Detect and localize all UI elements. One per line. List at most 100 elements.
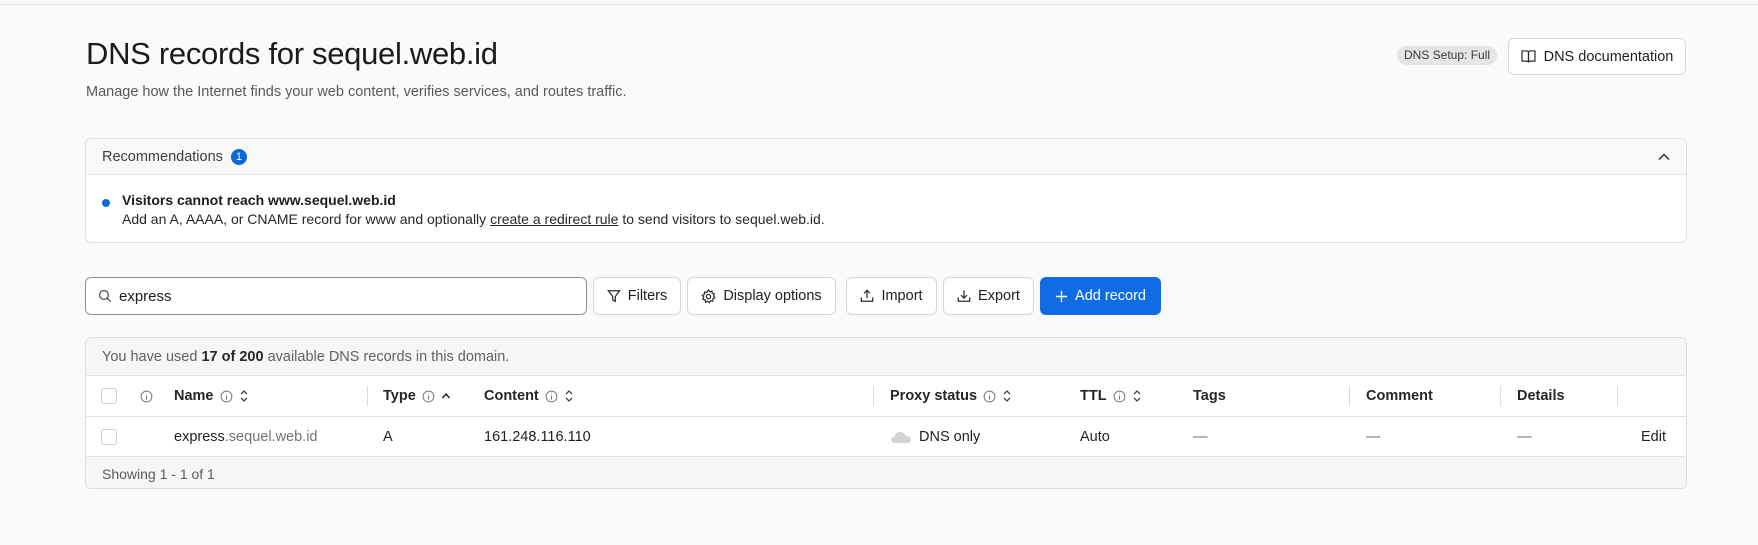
table-header: Name Type Content Proxy status TTL Tags … [86,376,1686,417]
recommendation-title: Visitors cannot reach www.sequel.web.id [122,192,396,208]
column-header-type[interactable]: Type [383,376,451,416]
create-redirect-rule-link[interactable]: create a redirect rule [490,211,618,227]
column-divider[interactable] [1349,386,1350,406]
cloud-icon [891,431,911,443]
record-tags: — [1193,417,1208,456]
record-type: A [383,417,393,456]
filter-icon [606,290,621,303]
column-divider[interactable] [1617,386,1618,406]
gear-icon [701,288,717,304]
record-name-subdomain: express [174,428,225,445]
select-all-checkbox[interactable] [101,388,117,404]
export-button[interactable]: Export [943,277,1034,315]
table-row[interactable]: express .sequel.web.id A 161.248.116.110 … [86,417,1686,457]
display-options-label: Display options [723,288,822,304]
display-options-button[interactable]: Display options [687,277,836,315]
filters-button[interactable]: Filters [593,277,681,315]
select-all-cell [101,376,117,416]
page-title: DNS records for sequel.web.id [86,36,498,71]
info-icon[interactable] [983,390,996,403]
column-content-label: Content [484,388,539,404]
recommendations-count-badge: 1 [230,148,247,165]
column-divider[interactable] [367,386,368,406]
column-comment-label: Comment [1366,388,1433,404]
import-button[interactable]: Import [846,277,937,315]
dns-records-table: You have used 17 of 200 available DNS re… [85,337,1687,489]
usage-suffix: available DNS records in this domain. [267,348,510,365]
column-type-label: Type [383,388,416,404]
export-label: Export [978,288,1020,304]
record-proxy-value: DNS only [919,428,981,445]
download-icon [957,290,971,302]
column-tags-label: Tags [1193,388,1226,404]
edit-record-button[interactable]: Edit [1641,429,1666,445]
recommendation-item: Visitors cannot reach www.sequel.web.id … [86,175,1686,227]
dns-documentation-label: DNS documentation [1543,48,1674,65]
recommendations-label: Recommendations [102,148,223,165]
book-icon [1521,50,1536,63]
column-divider[interactable] [873,386,874,406]
info-icon[interactable] [545,390,558,403]
info-icon[interactable] [422,390,435,403]
sort-ascending-icon[interactable] [441,389,451,403]
add-record-label: Add record [1075,288,1146,304]
sort-icon[interactable] [1002,389,1012,403]
pagination-summary: Showing 1 - 1 of 1 [102,465,215,482]
record-type-value: A [383,428,393,445]
column-header-name[interactable]: Name [174,376,249,416]
dns-documentation-button[interactable]: DNS documentation [1508,38,1686,75]
dns-setup-badge: DNS Setup: Full [1397,46,1498,65]
column-ttl-label: TTL [1080,388,1107,404]
record-content-value: 161.248.116.110 [484,428,591,445]
column-header-content[interactable]: Content [484,376,574,416]
column-details-label: Details [1517,388,1565,404]
usage-prefix: You have used [102,348,198,365]
sort-icon[interactable] [564,389,574,403]
page-subtitle: Manage how the Internet finds your web c… [86,84,627,100]
recommendation-bullet-icon [102,199,110,207]
record-name-domain: .sequel.web.id [224,428,318,445]
recommendation-text-after: to send visitors to sequel.web.id. [618,211,825,227]
plus-icon [1055,290,1068,302]
chevron-up-icon[interactable] [1656,149,1672,165]
row-select-cell [101,417,117,456]
upload-icon [861,289,874,302]
info-icon[interactable] [220,390,233,403]
top-divider [0,4,1758,5]
import-label: Import [881,288,923,304]
usage-summary: You have used 17 of 200 available DNS re… [86,338,1686,376]
recommendations-header[interactable]: Recommendations 1 [86,139,1686,175]
sort-icon[interactable] [239,389,249,403]
column-proxy-label: Proxy status [890,388,978,404]
record-name: express .sequel.web.id [174,417,317,456]
search-field[interactable] [85,277,587,315]
recommendation-description: Add an A, AAAA, or CNAME record for www … [122,211,1686,227]
recommendation-text-before: Add an A, AAAA, or CNAME record for www … [122,211,491,227]
search-icon [98,289,112,303]
search-input[interactable] [119,287,559,305]
record-content: 161.248.116.110 [484,417,591,456]
column-header-proxy-status[interactable]: Proxy status [890,376,1012,416]
column-divider[interactable] [1500,386,1501,406]
info-icon[interactable] [1113,390,1126,403]
record-details: — [1517,417,1532,456]
info-icon[interactable] [140,390,153,403]
row-info-header [140,376,153,416]
record-comment-value: — [1366,428,1381,445]
table-footer: Showing 1 - 1 of 1 [86,457,1686,488]
filters-label: Filters [627,288,668,304]
record-comment: — [1366,417,1381,456]
row-checkbox[interactable] [101,428,117,445]
sort-icon[interactable] [1132,389,1142,403]
record-tags-value: — [1193,428,1208,445]
column-name-label: Name [174,388,214,404]
column-header-ttl[interactable]: TTL [1080,376,1142,416]
record-proxy-status: DNS only [890,417,980,456]
record-details-value: — [1517,428,1532,445]
column-header-tags: Tags [1193,376,1226,416]
usage-count: 17 of 200 [201,348,264,365]
add-record-button[interactable]: Add record [1040,277,1161,315]
record-ttl: Auto [1080,417,1110,456]
column-header-details: Details [1517,376,1565,416]
edit-record-cell: Edit [1641,417,1666,456]
